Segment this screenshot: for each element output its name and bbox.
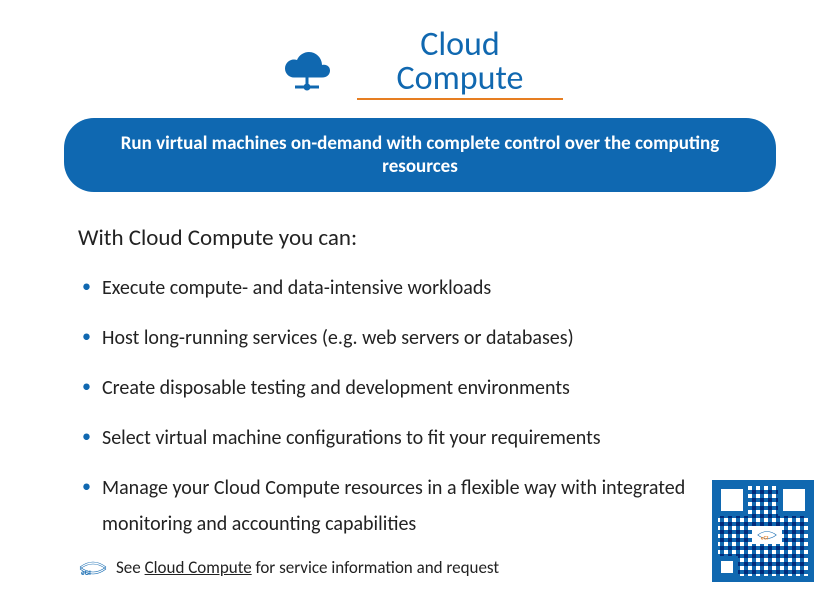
footer-suffix: for service information and request xyxy=(252,557,499,578)
list-item: Select virtual machine configurations to… xyxy=(78,420,760,456)
cloud-compute-link[interactable]: Cloud Compute xyxy=(145,557,252,578)
title-underline: Cloud Compute xyxy=(357,28,564,100)
svg-text:eGI: eGI xyxy=(81,568,91,577)
subtitle-banner: Run virtual machines on-demand with comp… xyxy=(64,118,776,192)
qr-code-icon: eGI xyxy=(708,476,818,586)
cloud-compute-icon xyxy=(277,43,337,93)
list-item: Execute compute- and data-intensive work… xyxy=(78,270,760,306)
footer: eGI See Cloud Compute for service inform… xyxy=(78,557,800,578)
page-title: Cloud Compute xyxy=(397,28,524,96)
footer-prefix: See xyxy=(116,557,145,578)
list-item: Manage your Cloud Compute resources in a… xyxy=(78,470,760,542)
list-item: Create disposable testing and developmen… xyxy=(78,370,760,406)
footer-text: See Cloud Compute for service informatio… xyxy=(116,557,499,578)
egi-logo-icon: eGI xyxy=(78,559,108,577)
section-heading: With Cloud Compute you can: xyxy=(78,224,840,252)
title-line2: Compute xyxy=(397,58,524,99)
feature-list: Execute compute- and data-intensive work… xyxy=(78,270,760,542)
header: Cloud Compute xyxy=(0,0,840,100)
svg-text:eGI: eGI xyxy=(761,536,769,542)
list-item: Host long-running services (e.g. web ser… xyxy=(78,320,760,356)
